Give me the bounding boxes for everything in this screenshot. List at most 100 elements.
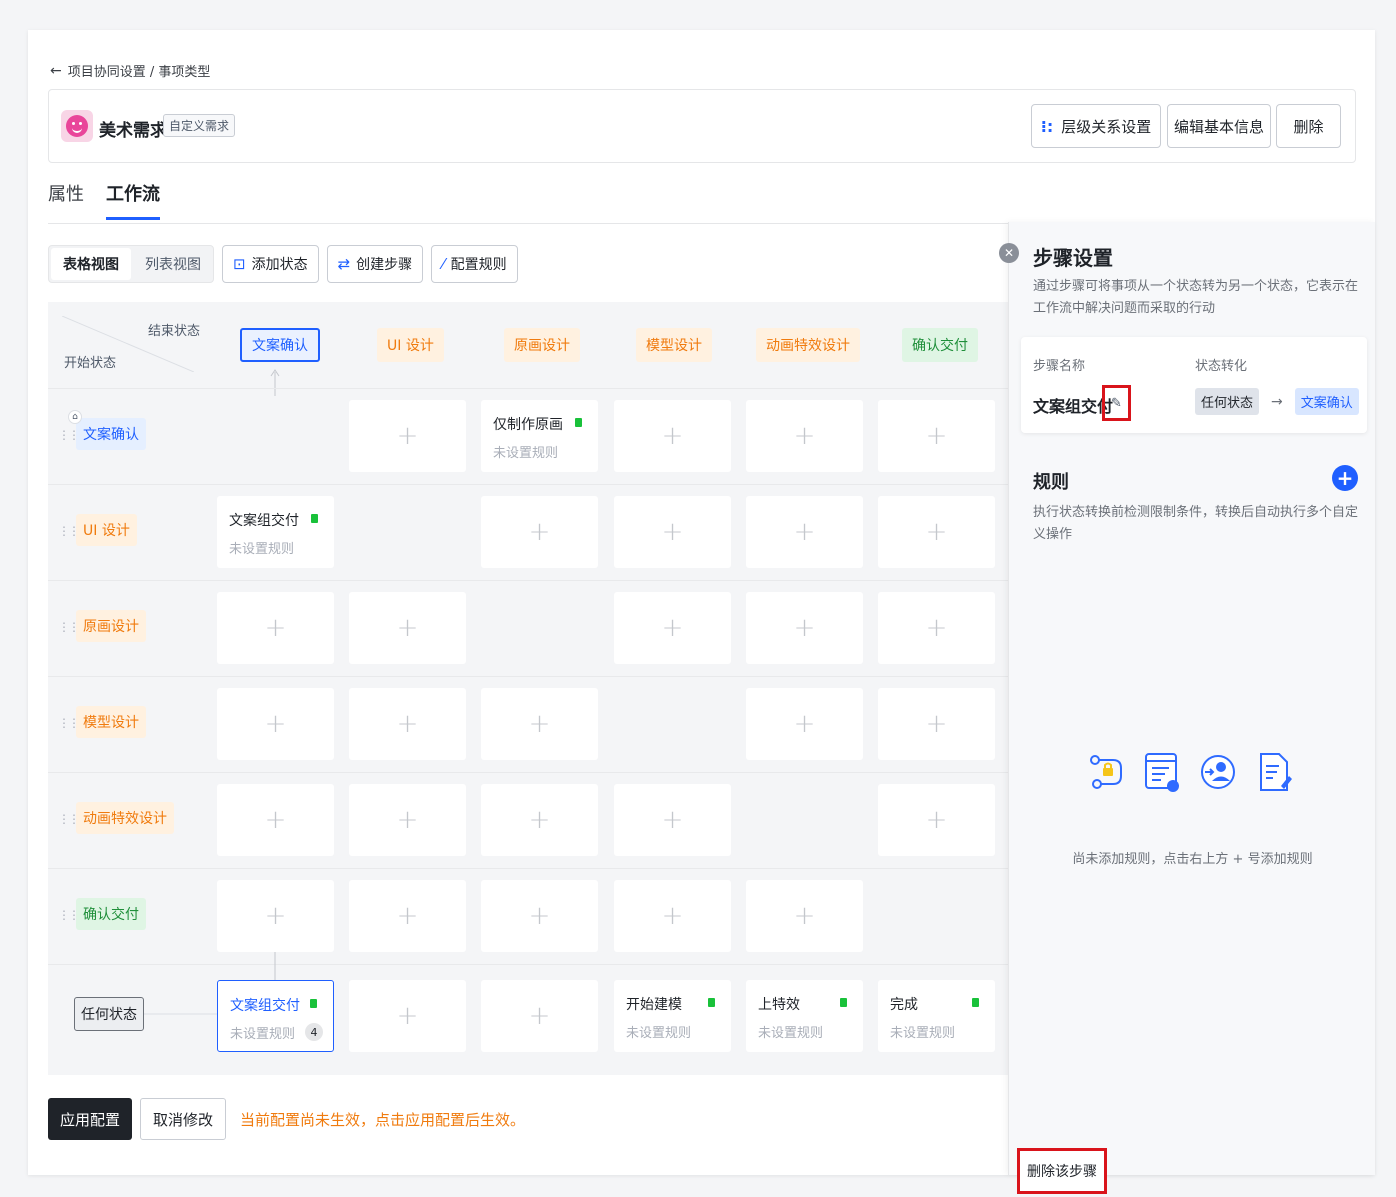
back-arrow-icon[interactable]: ← [50, 63, 62, 79]
add-step-cell[interactable]: + [614, 400, 731, 472]
plus-icon: + [661, 517, 684, 547]
step-cell[interactable]: 完成 未设置规则 [878, 980, 995, 1052]
tab-workflow[interactable]: 工作流 [106, 180, 160, 220]
add-step-cell[interactable]: + [614, 592, 731, 664]
tab-attributes[interactable]: 属性 [48, 180, 84, 220]
plus-icon: + [396, 901, 419, 931]
table-view-toggle[interactable]: 表格视图 [51, 248, 131, 280]
breadcrumb-text[interactable]: 项目协同设置 / 事项类型 [68, 61, 211, 80]
plus-icon: + [793, 901, 816, 931]
add-step-cell[interactable]: + [746, 880, 863, 952]
add-step-cell[interactable]: + [614, 880, 731, 952]
add-step-cell[interactable]: + [217, 688, 334, 760]
list-view-toggle[interactable]: 列表视图 [133, 246, 213, 282]
add-step-cell[interactable]: + [614, 784, 731, 856]
add-step-cell[interactable]: + [481, 496, 598, 568]
workflow-matrix: 结束状态 开始状态 文案确认 UI 设计 原画设计 模型设计 动画特效设计 确认… [48, 302, 1008, 1075]
plus-icon: + [661, 901, 684, 931]
column-header-ui[interactable]: UI 设计 [377, 328, 444, 362]
edit-step-name-button[interactable]: ✎ [1102, 385, 1131, 421]
column-header-donghua[interactable]: 动画特效设计 [756, 328, 860, 362]
add-step-cell[interactable]: + [746, 496, 863, 568]
add-step-cell[interactable]: + [349, 400, 466, 472]
row-divider [48, 676, 1008, 677]
apply-config-button[interactable]: 应用配置 [48, 1098, 133, 1140]
step-cell[interactable]: 仅制作原画 未设置规则 [481, 400, 598, 472]
plus-icon: + [528, 709, 551, 739]
end-state-axis-label: 结束状态 [148, 324, 201, 339]
drag-handle-icon[interactable]: ⋮⋮ [58, 716, 80, 730]
arrow-right-icon: → [1271, 393, 1283, 410]
row-header-donghua[interactable]: 动画特效设计 [76, 802, 174, 834]
hierarchy-settings-button[interactable]: ⁝: 层级关系设置 [1031, 104, 1161, 148]
view-switch: 表格视图 列表视图 [48, 245, 214, 283]
breadcrumb[interactable]: ← 项目协同设置 / 事项类型 [50, 61, 211, 81]
add-rule-button[interactable]: + [1332, 465, 1358, 491]
add-state-label: 添加状态 [251, 257, 308, 273]
create-step-button[interactable]: ⇄ 创建步骤 [326, 245, 424, 283]
step-info-card: 步骤名称 状态转化 文案组交付 ✎ 任何状态 → 文案确认 [1021, 337, 1367, 433]
plus-icon: + [661, 805, 684, 835]
drag-handle-icon[interactable]: ⋮⋮ [58, 908, 80, 922]
add-step-cell[interactable]: + [878, 496, 995, 568]
add-step-cell[interactable]: + [349, 880, 466, 952]
close-panel-icon[interactable]: ✕ [999, 243, 1019, 263]
add-step-cell[interactable]: + [217, 784, 334, 856]
drag-handle-icon[interactable]: ⋮⋮ [58, 428, 80, 442]
add-step-cell[interactable]: + [746, 592, 863, 664]
add-step-cell[interactable]: + [614, 496, 731, 568]
step-cell[interactable]: 文案组交付 未设置规则 [217, 496, 334, 568]
step-count-badge: 4 [305, 1023, 323, 1041]
cancel-changes-button[interactable]: 取消修改 [140, 1098, 227, 1140]
column-header-wenan[interactable]: 文案确认 [240, 328, 320, 362]
row-divider [48, 388, 1008, 389]
row-header-ui[interactable]: UI 设计 [76, 514, 137, 546]
step-cell[interactable]: 上特效 未设置规则 [746, 980, 863, 1052]
column-header-queren[interactable]: 确认交付 [902, 328, 978, 362]
delete-button[interactable]: 删除 [1276, 104, 1341, 148]
add-step-cell[interactable]: + [481, 688, 598, 760]
add-step-cell[interactable]: + [878, 688, 995, 760]
selected-step-cell[interactable]: 文案组交付 未设置规则 4 [217, 980, 334, 1052]
column-header-yuanhua[interactable]: 原画设计 [504, 328, 580, 362]
step-status-dot [311, 514, 318, 523]
row-header-yuanhua[interactable]: 原画设计 [76, 610, 146, 642]
panel-title: 步骤设置 [1033, 246, 1113, 270]
page: ← 项目协同设置 / 事项类型 美术需求 自定义需求 ⁝: 层级关系设置 编辑基… [28, 30, 1375, 1194]
add-step-cell[interactable]: + [746, 400, 863, 472]
row-header-queren[interactable]: 确认交付 [76, 898, 146, 930]
add-step-cell[interactable]: + [481, 784, 598, 856]
plus-icon: + [396, 805, 419, 835]
step-status-dot [575, 418, 582, 427]
add-step-cell[interactable]: + [349, 592, 466, 664]
drag-handle-icon[interactable]: ⋮⋮ [58, 620, 80, 634]
plus-icon: + [528, 1001, 551, 1031]
add-step-cell[interactable]: + [217, 880, 334, 952]
column-header-moxing[interactable]: 模型设计 [636, 328, 712, 362]
issue-type-avatar-icon [61, 110, 93, 142]
add-step-cell[interactable]: + [481, 980, 598, 1052]
edit-basic-info-button[interactable]: 编辑基本信息 [1167, 104, 1271, 148]
add-step-cell[interactable]: + [878, 784, 995, 856]
add-step-cell[interactable]: + [349, 980, 466, 1052]
drag-handle-icon[interactable]: ⋮⋮ [58, 812, 80, 826]
matrix-cell-disabled [878, 880, 995, 952]
add-step-cell[interactable]: + [349, 688, 466, 760]
add-step-cell[interactable]: + [878, 592, 995, 664]
config-rules-button[interactable]: ⁄ 配置规则 [431, 245, 518, 283]
add-step-cell[interactable]: + [878, 400, 995, 472]
add-step-cell[interactable]: + [481, 880, 598, 952]
add-state-button[interactable]: ⊡ 添加状态 [222, 245, 319, 283]
row-header-wenan[interactable]: 文案确认 [76, 418, 146, 450]
step-name: 完成 [890, 997, 918, 1013]
document-edit-icon [1260, 753, 1292, 791]
step-name: 文案组交付 [229, 513, 299, 529]
add-step-cell[interactable]: + [349, 784, 466, 856]
add-step-cell[interactable]: + [217, 592, 334, 664]
delete-step-button[interactable]: 删除该步骤 [1017, 1148, 1107, 1194]
drag-handle-icon[interactable]: ⋮⋮ [58, 524, 80, 538]
step-cell[interactable]: 开始建模 未设置规则 [614, 980, 731, 1052]
rules-title: 规则 [1033, 472, 1069, 493]
row-header-moxing[interactable]: 模型设计 [76, 706, 146, 738]
add-step-cell[interactable]: + [746, 688, 863, 760]
